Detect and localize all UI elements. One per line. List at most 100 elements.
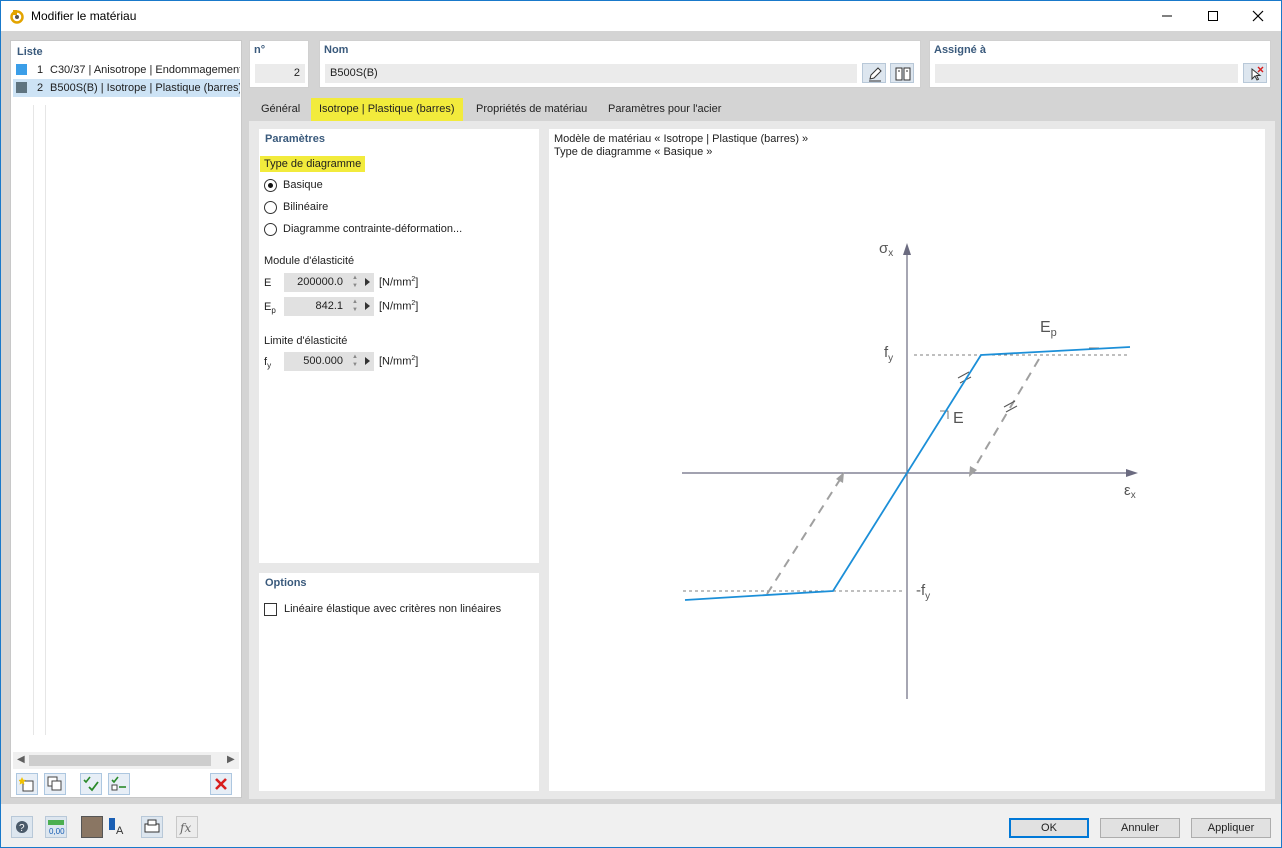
list-item-number: 1 (37, 64, 44, 76)
copy-material-button[interactable] (44, 773, 66, 795)
spin-updown-icon[interactable]: ▲ ▼ (352, 353, 358, 369)
diagram-type-label: Type de diagramme (260, 156, 366, 172)
scroll-left-icon[interactable]: ◀ (17, 754, 25, 765)
list-horizontal-scrollbar[interactable]: ◀ ▶ (13, 752, 239, 769)
assigned-label: Assigné à (934, 44, 986, 56)
apply-button[interactable]: Appliquer (1191, 818, 1271, 838)
list-gridline (45, 105, 46, 735)
options-header: Options (265, 577, 307, 589)
spin-arrow-icon[interactable] (365, 278, 370, 286)
strain-axis-arrow-icon (1126, 469, 1138, 477)
Ep-spinbox[interactable]: 842.1 ▲ ▼ (284, 297, 374, 316)
help-icon: ? (16, 821, 28, 834)
E-label: E (264, 277, 272, 289)
options-panel: Options Linéaire élastique avec critères… (259, 573, 539, 791)
parameters-panel: Paramètres Type de diagramme Basique Bil… (259, 129, 539, 563)
name-label: Nom (324, 44, 349, 56)
app-icon (9, 8, 25, 24)
library-book-icon (895, 67, 911, 81)
window-title: Modifier le matériau (31, 9, 137, 23)
spin-updown-icon[interactable]: ▲ ▼ (352, 298, 358, 314)
linear-elastic-checkbox[interactable] (264, 603, 277, 616)
E-spinbox[interactable]: 200000.0 ▲ ▼ (284, 273, 374, 292)
close-icon (1252, 10, 1264, 22)
scrollbar-thumb[interactable] (29, 755, 211, 766)
radio-bilinear-label[interactable]: Bilinéaire (283, 201, 328, 213)
delete-button[interactable] (210, 773, 232, 795)
svg-text:A: A (116, 825, 124, 837)
scroll-right-icon[interactable]: ▶ (227, 754, 235, 765)
list-item[interactable]: 1 C30/37 | Anisotrope | Endommagement (13, 61, 240, 79)
maximize-icon (1208, 11, 1218, 21)
list-item-label: C30/37 | Anisotrope | Endommagement (50, 64, 240, 76)
material-color-button[interactable] (81, 816, 103, 838)
cancel-button[interactable]: Annuler (1100, 818, 1180, 838)
edit-pencil-icon (869, 67, 882, 82)
dialog-content: Liste 1 C30/37 | Anisotrope | Endommagem… (1, 31, 1281, 847)
formula-icon: fx (179, 821, 191, 835)
radio-bilinear[interactable] (264, 201, 277, 214)
list-gridline (33, 105, 34, 735)
minimize-button[interactable] (1144, 1, 1190, 31)
help-button[interactable]: ? (11, 816, 33, 838)
tab-general[interactable]: Général (253, 98, 308, 121)
stress-strain-diagram: σx εx fy -fy E Ep (682, 240, 1138, 699)
title-bar: Modifier le matériau (1, 1, 1281, 31)
radio-stress-strain[interactable] (264, 223, 277, 236)
unloading-line (971, 358, 1040, 473)
edit-name-button[interactable] (862, 63, 886, 83)
print-button[interactable] (141, 816, 163, 838)
epsilon-axis-label: εx (1124, 482, 1136, 501)
formula-button[interactable]: fx (176, 816, 198, 838)
text-style-button[interactable]: A (107, 816, 129, 838)
check-list-button[interactable] (108, 773, 130, 795)
name-box: Nom B500S(B) (319, 40, 921, 88)
Ep-slope-label: Ep (1040, 319, 1057, 339)
units-button[interactable]: 0,00 (45, 816, 67, 838)
linear-elastic-label[interactable]: Linéaire élastique avec critères non lin… (284, 603, 501, 615)
ok-button[interactable]: OK (1009, 818, 1089, 838)
unloading-arrow-icon (969, 466, 977, 477)
material-color-swatch (16, 82, 27, 93)
assigned-field[interactable] (935, 64, 1238, 83)
Ep-value[interactable]: 842.1 (315, 300, 343, 312)
fy-value[interactable]: 500.000 (303, 355, 343, 367)
name-field[interactable]: B500S(B) (325, 64, 857, 83)
minimize-icon (1162, 15, 1172, 17)
spin-updown-icon[interactable]: ▲ ▼ (352, 274, 358, 290)
number-field[interactable]: 2 (255, 64, 305, 83)
copy-material-icon (47, 776, 62, 791)
tab-body: Paramètres Type de diagramme Basique Bil… (249, 121, 1275, 799)
svg-text:?: ? (19, 823, 25, 834)
fy-spinbox[interactable]: 500.000 ▲ ▼ (284, 352, 374, 371)
spin-arrow-icon[interactable] (365, 357, 370, 365)
sigma-axis-label: σx (879, 240, 893, 259)
tab-material-properties[interactable]: Propriétés de matériau (468, 98, 595, 121)
new-material-button[interactable] (16, 773, 38, 795)
maximize-button[interactable] (1190, 1, 1236, 31)
radio-stress-strain-label[interactable]: Diagramme contrainte-déformation... (283, 223, 462, 235)
Ep-unit: [N/mm2] (379, 300, 419, 313)
material-list-panel: Liste 1 C30/37 | Anisotrope | Endommagem… (10, 40, 242, 798)
radio-basic[interactable] (264, 179, 277, 192)
tab-steel-parameters[interactable]: Paramètres pour l'acier (600, 98, 729, 121)
E-value[interactable]: 200000.0 (297, 276, 343, 288)
units-icon: 0,00 (48, 820, 65, 836)
material-color-swatch (16, 64, 27, 75)
check-icon (83, 776, 99, 792)
parameters-header: Paramètres (265, 133, 325, 145)
check-button[interactable] (80, 773, 102, 795)
tab-isotropic-plastic[interactable]: Isotrope | Plastique (barres) (311, 98, 463, 121)
Ep-label: Ep (264, 301, 276, 316)
material-library-button[interactable] (890, 63, 914, 83)
assign-select-button[interactable] (1243, 63, 1267, 83)
E-slope-label: E (953, 410, 964, 427)
spin-arrow-icon[interactable] (365, 302, 370, 310)
new-material-icon (19, 777, 34, 792)
list-item-selected[interactable]: 2 B500S(B) | Isotrope | Plastique (barre… (13, 79, 240, 97)
stress-axis-arrow-icon (903, 243, 911, 255)
reloading-line (766, 477, 842, 595)
radio-basic-label[interactable]: Basique (283, 179, 323, 191)
close-button[interactable] (1235, 1, 1281, 31)
E-unit: [N/mm2] (379, 276, 419, 289)
